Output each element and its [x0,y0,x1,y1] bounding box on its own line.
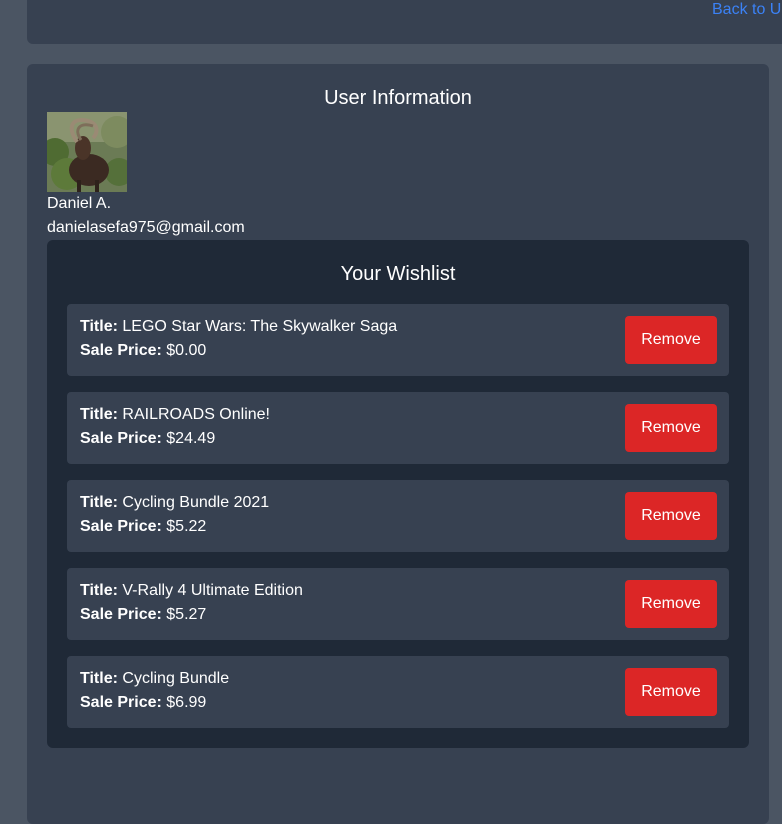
item-price: $6.99 [166,694,207,711]
item-price-line: Sale Price: $5.22 [80,518,206,536]
wishlist-item: Title: Cycling Bundle Sale Price: $6.99 … [67,656,729,728]
remove-button[interactable]: Remove [625,404,717,452]
price-label: Sale Price: [80,694,162,711]
price-label: Sale Price: [80,518,162,535]
item-price-line: Sale Price: $24.49 [80,430,215,448]
item-title-line: Title: V-Rally 4 Ultimate Edition [80,582,303,600]
item-price: $5.27 [166,606,207,623]
wishlist-item: Title: Cycling Bundle 2021 Sale Price: $… [67,480,729,552]
item-price: $5.22 [166,518,207,535]
avatar [47,112,127,192]
item-title: Cycling Bundle 2021 [122,494,270,511]
remove-button[interactable]: Remove [625,316,717,364]
item-title: RAILROADS Online! [122,406,270,423]
top-card: Back to U [27,0,782,44]
user-info-card: User Information Daniel A. danielasefa97… [27,64,769,824]
item-title-line: Title: Cycling Bundle [80,670,229,688]
wishlist-heading: Your Wishlist [340,263,456,285]
remove-button[interactable]: Remove [625,668,717,716]
price-label: Sale Price: [80,342,162,359]
title-label: Title: [80,406,118,423]
back-link[interactable]: Back to U [712,1,781,19]
title-label: Title: [80,318,118,335]
item-title-line: Title: Cycling Bundle 2021 [80,494,269,512]
item-price-line: Sale Price: $6.99 [80,694,206,712]
item-title-line: Title: LEGO Star Wars: The Skywalker Sag… [80,318,397,336]
wishlist-item: Title: RAILROADS Online! Sale Price: $24… [67,392,729,464]
item-price: $0.00 [166,342,207,359]
item-title: V-Rally 4 Ultimate Edition [122,582,303,599]
item-price-line: Sale Price: $5.27 [80,606,206,624]
remove-button[interactable]: Remove [625,580,717,628]
title-label: Title: [80,670,118,687]
item-title-line: Title: RAILROADS Online! [80,406,270,424]
item-price: $24.49 [166,430,216,447]
item-title: LEGO Star Wars: The Skywalker Saga [122,318,398,335]
title-label: Title: [80,494,118,511]
wishlist-item: Title: LEGO Star Wars: The Skywalker Sag… [67,304,729,376]
wishlist-panel: Your Wishlist Title: LEGO Star Wars: The… [47,240,749,748]
remove-button[interactable]: Remove [625,492,717,540]
user-email: danielasefa975@gmail.com [47,219,245,236]
wishlist-item: Title: V-Rally 4 Ultimate Edition Sale P… [67,568,729,640]
item-price-line: Sale Price: $0.00 [80,342,206,360]
item-title: Cycling Bundle [122,670,230,687]
title-label: Title: [80,582,118,599]
user-name: Daniel A. [47,195,112,212]
price-label: Sale Price: [80,430,162,447]
user-info-heading: User Information [324,87,472,109]
price-label: Sale Price: [80,606,162,623]
